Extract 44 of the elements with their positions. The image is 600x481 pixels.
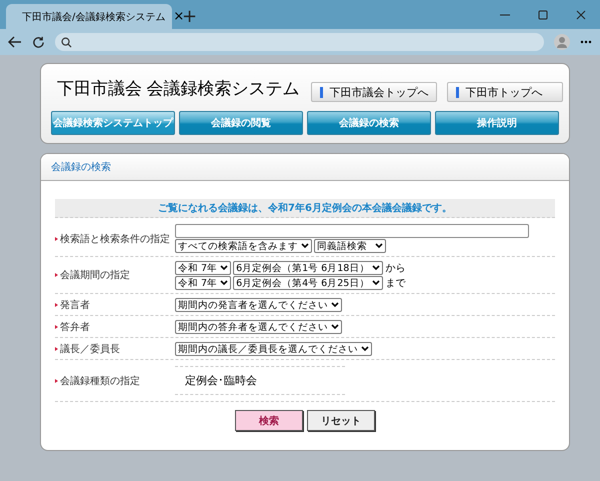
nav-link[interactable]: 下田市トップへ xyxy=(447,82,564,102)
range-label: まで xyxy=(385,277,406,290)
caret-icon xyxy=(331,302,339,308)
caret-icon xyxy=(220,280,228,286)
caret-icon xyxy=(220,265,228,271)
nav-link[interactable]: 下田市議会トップへ xyxy=(311,82,438,102)
caret-icon xyxy=(361,346,369,352)
range-label: から xyxy=(385,262,406,275)
reload-icon[interactable] xyxy=(32,36,45,48)
search-button[interactable]: 検索 xyxy=(235,410,303,431)
field-label: 検索語と検索条件の指定 xyxy=(55,232,175,246)
back-arrow-icon[interactable] xyxy=(8,36,22,48)
caret-icon xyxy=(375,243,383,249)
caret-icon xyxy=(372,280,380,286)
caret-icon xyxy=(301,243,309,249)
dropdown[interactable]: 令和 7年 xyxy=(175,261,232,275)
search-icon xyxy=(61,36,72,48)
field-label: 会議期間の指定 xyxy=(55,268,175,282)
dropdown[interactable]: 6月定例会（第4号 6月25日） xyxy=(233,276,384,290)
field-label: 答弁者 xyxy=(55,320,175,334)
site-title: 下田市議会 会議録検索システム xyxy=(57,78,300,100)
caret-icon xyxy=(372,265,380,271)
new-tab-button[interactable]: + xyxy=(182,8,198,26)
dropdown[interactable]: 期間内の議長／委員長を選んでください xyxy=(175,342,372,356)
caret-icon xyxy=(331,324,339,330)
maximize-icon[interactable] xyxy=(538,10,548,20)
field-label: 議長／委員長 xyxy=(55,342,175,356)
close-icon[interactable] xyxy=(576,10,586,20)
field-label: 発言者 xyxy=(55,298,175,312)
dropdown[interactable]: 同義語検索 xyxy=(314,239,386,253)
close-tab-button[interactable]: × xyxy=(173,9,184,24)
search-input-field[interactable] xyxy=(175,224,529,238)
tab-title: 下田市議会/会議録検索システム xyxy=(22,10,166,24)
more-options-icon[interactable] xyxy=(580,40,592,44)
availability-notice: ご覧になれる会議録は、令和7年6月定例会の本会議会議録です。 xyxy=(55,199,555,218)
field-label: 会議録種類の指定 xyxy=(55,374,175,388)
reset-button[interactable]: リセット xyxy=(307,410,375,431)
dropdown[interactable]: 期間内の発言者を選んでください xyxy=(175,298,342,312)
dropdown[interactable]: 6月定例会（第1号 6月18日） xyxy=(233,261,384,275)
panel-title: 会議録の検索 xyxy=(51,160,111,174)
record-type-text: 定例会･臨時会 xyxy=(175,366,345,395)
dropdown[interactable]: 期間内の答弁者を選んでください xyxy=(175,320,342,334)
dropdown[interactable]: すべての検索語を含みます xyxy=(175,239,312,253)
dropdown[interactable]: 令和 7年 xyxy=(175,276,232,290)
